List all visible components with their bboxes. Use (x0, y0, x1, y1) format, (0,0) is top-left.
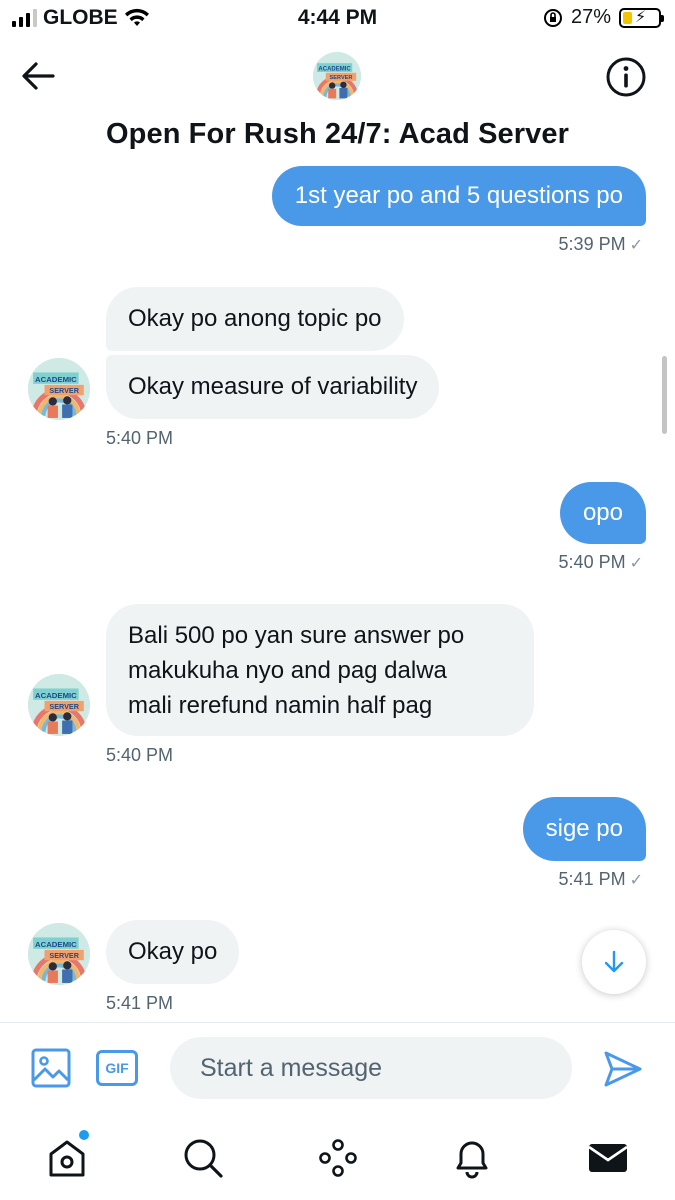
academic-server-logo: ACADEMIC SERVER (28, 674, 90, 736)
battery-icon: ⚡ (619, 7, 664, 28)
message-composer: GIF (0, 1022, 675, 1114)
message-text: Okay po (128, 938, 218, 965)
message-timestamp: 5:40 PM (106, 428, 174, 448)
logo-text-top: ACADEMIC (35, 375, 77, 384)
home-notification-dot (79, 1130, 89, 1140)
incoming-message[interactable]: Okay po anong topic po (106, 287, 404, 351)
message-input[interactable] (170, 1037, 572, 1099)
sent-check-icon: ✓ (629, 237, 643, 254)
outgoing-message[interactable]: sige po (522, 797, 646, 861)
outgoing-message[interactable]: opo (559, 482, 646, 544)
message-list[interactable]: 1st year po and 5 questions po 5:39 PM ✓ … (0, 164, 675, 1022)
message-line: mali rerefund namin half pag (128, 692, 433, 719)
message-timestamp: 5:41 PM (106, 993, 174, 1013)
timestamp-text: 5:39 PM (558, 234, 626, 254)
tab-search[interactable] (181, 1136, 225, 1180)
arrow-down-icon (604, 950, 624, 973)
sender-avatar[interactable]: ACADEMIC SERVER (28, 674, 90, 736)
tab-home[interactable] (45, 1130, 89, 1180)
sender-avatar[interactable]: ACADEMIC SERVER (28, 358, 90, 420)
battery-percent: 27% (570, 6, 611, 28)
scrollbar[interactable] (662, 356, 667, 434)
message-text: opo (582, 499, 623, 526)
tab-messages[interactable] (586, 1136, 630, 1180)
message-text: 1st year po and 5 questions po (294, 182, 623, 209)
message-text: Okay measure of variability (128, 373, 418, 400)
logo-text-top: ACADEMIC (35, 691, 77, 700)
arrow-left-icon (22, 62, 55, 90)
bell-icon (456, 1141, 488, 1179)
sent-check-icon: ✓ (629, 872, 643, 889)
battery-fill (623, 11, 633, 24)
logo-text-bottom: SERVER (49, 386, 79, 395)
logo-text-bottom: SERVER (49, 702, 79, 711)
message-text: sige po (545, 815, 623, 842)
bottom-tab-bar (0, 1114, 675, 1200)
sent-check-icon: ✓ (629, 555, 643, 572)
header-avatar[interactable]: ACADEMIC SERVER (313, 52, 361, 100)
conversation-title: Open For Rush 24/7: Acad Server (106, 118, 569, 150)
message-timestamp: 5:40 PM ✓ (559, 552, 643, 573)
info-button[interactable] (605, 56, 647, 98)
info-circle-icon (606, 57, 646, 97)
image-icon (31, 1048, 71, 1088)
tab-notifications[interactable] (450, 1136, 494, 1180)
mail-icon (588, 1144, 628, 1172)
message-line: Bali 500 po yan sure answer po (128, 622, 465, 649)
logo-text-top: ACADEMIC (318, 66, 351, 72)
message-timestamp: 5:39 PM ✓ (559, 234, 643, 255)
incoming-message[interactable]: Okay po (106, 920, 240, 984)
media-button[interactable] (30, 1047, 72, 1089)
academic-server-logo: ACADEMIC SERVER (28, 358, 90, 420)
message-timestamp: 5:40 PM (106, 745, 174, 765)
logo-text-bottom: SERVER (330, 75, 353, 81)
battery-group: 27% ⚡ (543, 6, 664, 29)
search-icon (184, 1139, 223, 1178)
message-timestamp: 5:41 PM ✓ (559, 869, 643, 890)
message-line: makukuha nyo and pag dalwa (128, 657, 447, 684)
spaces-icon (319, 1139, 357, 1177)
logo-text-bottom: SERVER (49, 951, 79, 960)
status-bar: GLOBE 4:44 PM 27% ⚡ (0, 0, 675, 38)
logo-text-top: ACADEMIC (35, 940, 77, 949)
academic-server-logo: ACADEMIC SERVER (28, 923, 90, 985)
scroll-to-bottom-button[interactable] (582, 930, 646, 994)
back-button[interactable] (18, 56, 58, 96)
charging-bolt-icon: ⚡ (635, 8, 647, 26)
orientation-lock-icon (543, 8, 562, 27)
academic-server-logo: ACADEMIC SERVER (313, 52, 361, 100)
send-button[interactable] (602, 1049, 644, 1089)
outgoing-message[interactable]: 1st year po and 5 questions po (271, 166, 646, 226)
timestamp-text: 5:41 PM (558, 869, 626, 889)
conversation-header: ACADEMIC SERVER Open For Rush 24/7: Acad… (0, 38, 675, 164)
timestamp-text: 5:40 PM (558, 552, 626, 572)
message-text: Okay po anong topic po (128, 305, 382, 332)
home-icon (49, 1140, 85, 1177)
send-icon (604, 1051, 642, 1087)
incoming-message[interactable]: Okay measure of variability (106, 355, 440, 419)
gif-button[interactable]: GIF (96, 1050, 138, 1086)
sender-avatar[interactable]: ACADEMIC SERVER (28, 923, 90, 985)
tab-spaces[interactable] (316, 1136, 360, 1180)
incoming-message[interactable]: Bali 500 po yan sure answer po makukuha … (106, 604, 534, 736)
